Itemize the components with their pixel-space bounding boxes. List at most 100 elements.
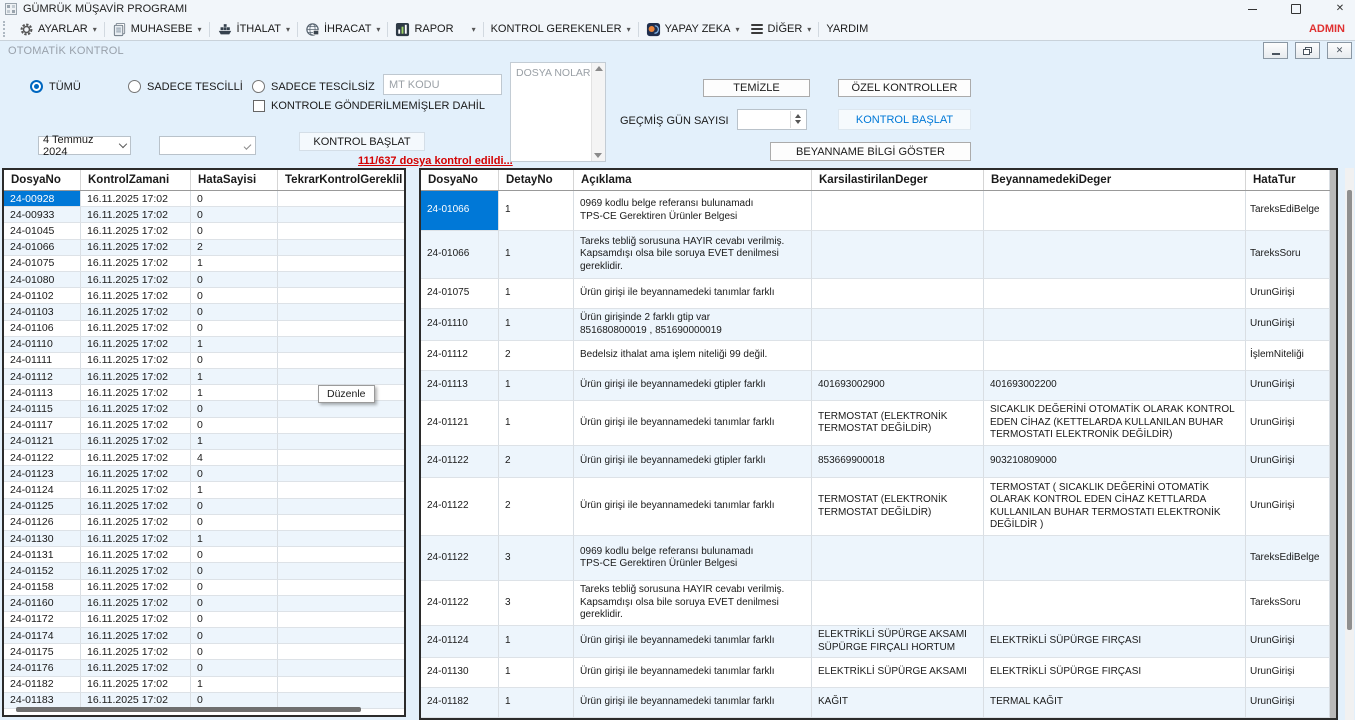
table-row[interactable]: 24-0111516.11.2025 17:020 [4, 401, 404, 417]
table-cell[interactable]: 24-01130 [4, 531, 81, 547]
table-cell[interactable]: 3 [499, 536, 574, 581]
table-row[interactable]: 24-0117516.11.2025 17:020 [4, 644, 404, 660]
table-row[interactable]: 24-0113116.11.2025 17:020 [4, 547, 404, 563]
table-cell[interactable]: 401693002900 [812, 371, 984, 401]
table-row[interactable]: 24-0118216.11.2025 17:021 [4, 677, 404, 693]
table-cell[interactable]: 24-01066 [421, 231, 499, 279]
column-header[interactable]: KarsilastirilanDeger [812, 170, 984, 190]
table-cell[interactable]: 16.11.2025 17:02 [81, 482, 191, 498]
table-cell[interactable]: TareksSoru [1246, 581, 1330, 626]
table-cell[interactable] [278, 628, 404, 644]
table-cell[interactable]: İşlemNiteliği [1246, 341, 1330, 371]
table-cell[interactable]: 0 [191, 660, 278, 676]
vertical-scrollbar[interactable] [1345, 168, 1354, 720]
scroll-up-icon[interactable] [595, 66, 603, 71]
table-cell[interactable]: 0 [191, 191, 278, 207]
table-cell[interactable]: 24-01115 [4, 401, 81, 417]
table-cell[interactable] [278, 272, 404, 288]
column-header[interactable]: Açıklama [574, 170, 812, 190]
table-cell[interactable]: 0 [191, 580, 278, 596]
table-row[interactable]: 24-0110616.11.2025 17:020 [4, 321, 404, 337]
table-cell[interactable]: 0 [191, 288, 278, 304]
table-cell[interactable]: 16.11.2025 17:02 [81, 547, 191, 563]
table-cell[interactable] [278, 369, 404, 385]
table-row[interactable]: 24-0112216.11.2025 17:024 [4, 450, 404, 466]
table-cell[interactable]: Ürün girişi ile beyannamedeki tanımlar f… [574, 478, 812, 536]
table-cell[interactable] [278, 207, 404, 223]
table-cell[interactable] [278, 191, 404, 207]
table-cell[interactable]: 24-01075 [4, 256, 81, 272]
table-cell[interactable]: 24-01122 [421, 581, 499, 626]
table-cell[interactable]: UrunGirişi [1246, 688, 1330, 718]
table-cell[interactable]: 24-01124 [421, 626, 499, 658]
horizontal-scrollbar[interactable] [16, 707, 361, 712]
table-cell[interactable]: 1 [191, 482, 278, 498]
table-cell[interactable]: 24-01110 [4, 337, 81, 353]
table-cell[interactable]: 0 [191, 563, 278, 579]
table-cell[interactable]: 16.11.2025 17:02 [81, 191, 191, 207]
table-row[interactable]: 24-0108016.11.2025 17:020 [4, 272, 404, 288]
table-cell[interactable]: TERMOSTAT (ELEKTRONİK TERMOSTAT DEĞİLDİR… [812, 478, 984, 536]
column-header[interactable]: DetayNo [499, 170, 574, 190]
window-minimize-icon[interactable] [1245, 2, 1259, 16]
table-cell[interactable]: 24-01126 [4, 515, 81, 531]
table-cell[interactable]: UrunGirişi [1246, 658, 1330, 688]
table-cell[interactable]: Tareks tebliğ sorusuna HAYIR cevabı veri… [574, 581, 812, 626]
table-cell[interactable]: UrunGirişi [1246, 478, 1330, 536]
table-cell[interactable]: 1 [499, 191, 574, 231]
table-row[interactable]: 24-0106616.11.2025 17:022 [4, 240, 404, 256]
table-row[interactable]: 24-011131Ürün girişi ile beyannamedeki g… [421, 371, 1330, 401]
table-row[interactable]: 24-010661Tareks tebliğ sorusuna HAYIR ce… [421, 231, 1330, 279]
column-header[interactable]: HataSayisi [191, 170, 278, 190]
table-cell[interactable]: 24-01124 [4, 482, 81, 498]
table-row[interactable]: 24-0115216.11.2025 17:020 [4, 563, 404, 579]
table-cell[interactable]: 24-01122 [421, 478, 499, 536]
dosya-nolari-listbox[interactable]: DOSYA NOLARI [510, 62, 606, 162]
table-cell[interactable]: 24-01102 [4, 288, 81, 304]
table-cell[interactable]: 3 [499, 581, 574, 626]
column-header[interactable]: DosyaNo [4, 170, 81, 190]
table-cell[interactable]: UrunGirişi [1246, 446, 1330, 478]
table-cell[interactable]: TareksEdiBelge [1246, 191, 1330, 231]
table-cell[interactable]: 24-01182 [4, 677, 81, 693]
table-cell[interactable] [812, 581, 984, 626]
table-cell[interactable]: 24-00933 [4, 207, 81, 223]
table-cell[interactable]: 16.11.2025 17:02 [81, 499, 191, 515]
table-cell[interactable]: 16.11.2025 17:02 [81, 628, 191, 644]
table-cell[interactable]: 24-01113 [4, 385, 81, 401]
table-row[interactable]: 24-0112316.11.2025 17:020 [4, 466, 404, 482]
table-cell[interactable]: 16.11.2025 17:02 [81, 240, 191, 256]
table-cell[interactable]: 0 [191, 223, 278, 239]
table-cell[interactable] [278, 612, 404, 628]
table-row[interactable]: 24-011821Ürün girişi ile beyannamedeki t… [421, 688, 1330, 718]
table-cell[interactable]: 16.11.2025 17:02 [81, 288, 191, 304]
table-cell[interactable]: Bedelsiz ithalat ama işlem niteliği 99 d… [574, 341, 812, 371]
table-cell[interactable]: 16.11.2025 17:02 [81, 369, 191, 385]
table-cell[interactable]: 0 [191, 612, 278, 628]
table-cell[interactable]: 0 [191, 515, 278, 531]
table-cell[interactable]: 24-01112 [4, 369, 81, 385]
table-row[interactable]: 24-011222Ürün girişi ile beyannamedeki t… [421, 478, 1330, 536]
table-cell[interactable]: TERMOSTAT (ELEKTRONİK TERMOSTAT DEĞİLDİR… [812, 401, 984, 446]
table-cell[interactable]: TareksSoru [1246, 231, 1330, 279]
window-close-icon[interactable]: ✕ [1333, 2, 1347, 16]
table-cell[interactable] [812, 341, 984, 371]
table-cell[interactable] [278, 580, 404, 596]
table-cell[interactable]: 2 [499, 341, 574, 371]
table-cell[interactable]: 1 [499, 309, 574, 341]
table-row[interactable]: 24-0112230969 kodlu belge referansı bulu… [421, 536, 1330, 581]
table-cell[interactable]: UrunGirişi [1246, 401, 1330, 446]
table-row[interactable]: 24-0111716.11.2025 17:020 [4, 418, 404, 434]
table-cell[interactable]: ELEKTRİKLİ SÜPÜRGE AKSAMI SÜPÜRGE FIRÇAL… [812, 626, 984, 658]
table-cell[interactable]: 4 [191, 450, 278, 466]
table-row[interactable]: 24-0104516.11.2025 17:020 [4, 223, 404, 239]
table-cell[interactable]: 0 [191, 596, 278, 612]
table-cell[interactable]: 0 [191, 401, 278, 417]
window-maximize-icon[interactable] [1289, 2, 1303, 16]
table-cell[interactable]: 0 [191, 628, 278, 644]
table-cell[interactable]: 1 [191, 256, 278, 272]
table-cell[interactable] [278, 240, 404, 256]
child-close-icon[interactable]: ✕ [1327, 42, 1352, 59]
table-cell[interactable] [278, 499, 404, 515]
table-cell[interactable]: 1 [499, 658, 574, 688]
